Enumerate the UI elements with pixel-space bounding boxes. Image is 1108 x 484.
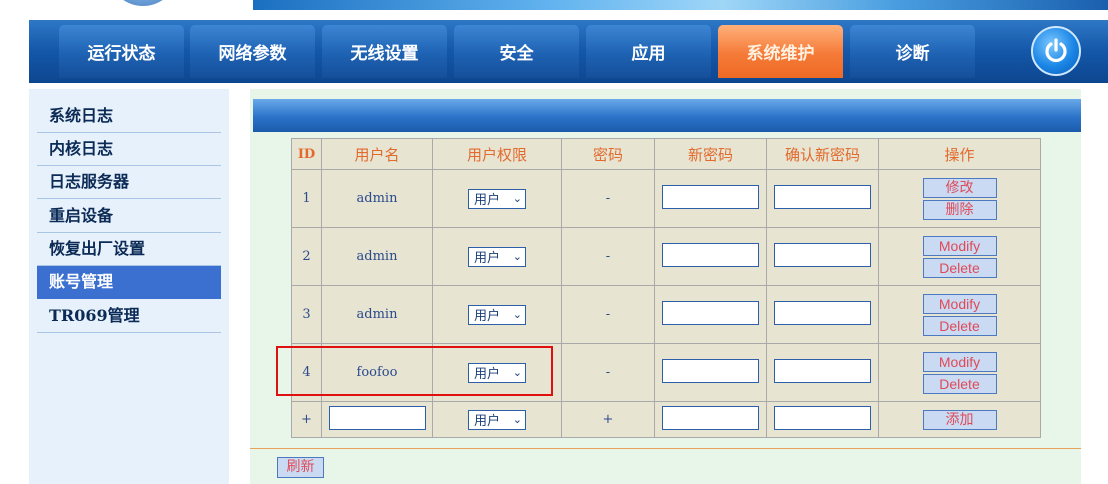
sidebar-item-factory-reset[interactable]: 恢复出厂设置 <box>37 233 221 266</box>
power-icon <box>1045 38 1067 63</box>
permission-select[interactable]: 用户 ⌄ <box>468 362 526 383</box>
sidebar-item-log-server[interactable]: 日志服务器 <box>37 166 221 199</box>
chevron-down-icon: ⌄ <box>512 193 522 205</box>
row-id: 4 <box>291 343 322 402</box>
permission-value: 用户 <box>474 413 501 428</box>
add-row-id: + <box>291 401 322 438</box>
main-nav: 运行状态 网络参数 无线设置 安全 应用 系统维护 诊断 <box>29 20 1108 83</box>
new-password-input[interactable] <box>662 184 759 209</box>
new-password-input[interactable] <box>662 405 759 430</box>
new-password-input[interactable] <box>662 358 759 383</box>
new-password-input[interactable] <box>662 300 759 325</box>
column-header-username: 用户名 <box>321 138 433 170</box>
table-header-row: ID 用户名 用户权限 密码 新密码 确认新密码 操作 <box>291 138 1041 170</box>
row-password: - <box>561 169 655 228</box>
confirm-password-input[interactable] <box>774 358 871 383</box>
column-header-new-password: 新密码 <box>654 138 767 170</box>
table-row: 4 foofoo 用户 ⌄ - Modify Delete <box>291 343 1041 402</box>
row-id: 3 <box>291 285 322 344</box>
permission-select[interactable]: 用户 ⌄ <box>468 409 526 430</box>
logo <box>108 0 178 6</box>
tab-network[interactable]: 网络参数 <box>190 25 315 78</box>
divider <box>250 448 1081 449</box>
permission-value: 用户 <box>474 250 501 265</box>
panel-header-bar <box>253 99 1081 132</box>
delete-button[interactable]: Delete <box>922 315 997 336</box>
sidebar-item-kernel-log[interactable]: 内核日志 <box>37 133 221 166</box>
tab-status[interactable]: 运行状态 <box>59 25 184 78</box>
row-id: 1 <box>291 169 322 228</box>
row-username: admin <box>321 169 433 228</box>
confirm-password-input[interactable] <box>774 184 871 209</box>
tab-wireless[interactable]: 无线设置 <box>322 25 447 78</box>
permission-value: 用户 <box>474 308 501 323</box>
sidebar-item-tr069[interactable]: TR069管理 <box>37 300 221 333</box>
new-password-input[interactable] <box>662 242 759 267</box>
row-username: admin <box>321 227 433 286</box>
table-row: 1 admin 用户 ⌄ - 修改 删除 <box>291 169 1041 228</box>
row-username: admin <box>321 285 433 344</box>
new-username-input[interactable] <box>328 405 426 430</box>
sidebar-item-system-log[interactable]: 系统日志 <box>37 100 221 133</box>
permission-select[interactable]: 用户 ⌄ <box>468 188 526 209</box>
delete-button[interactable]: 删除 <box>922 199 997 220</box>
row-password: - <box>561 285 655 344</box>
row-password: - <box>561 343 655 402</box>
column-header-password: 密码 <box>561 138 655 170</box>
confirm-password-input[interactable] <box>774 300 871 325</box>
row-username: foofoo <box>321 343 433 402</box>
permission-select[interactable]: 用户 ⌄ <box>468 246 526 267</box>
chevron-down-icon: ⌄ <box>512 251 522 263</box>
table-row: 3 admin 用户 ⌄ - Modify Delete <box>291 285 1041 344</box>
column-header-actions: 操作 <box>878 138 1041 170</box>
tab-diagnostics[interactable]: 诊断 <box>850 25 975 78</box>
top-banner <box>253 0 1108 10</box>
column-header-confirm-password: 确认新密码 <box>766 138 879 170</box>
delete-button[interactable]: Delete <box>922 373 997 394</box>
chevron-down-icon: ⌄ <box>512 414 522 426</box>
modify-button[interactable]: Modify <box>922 293 997 314</box>
confirm-password-input[interactable] <box>774 242 871 267</box>
tab-security[interactable]: 安全 <box>454 25 579 78</box>
tab-apps[interactable]: 应用 <box>586 25 711 78</box>
modify-button[interactable]: Modify <box>922 235 997 256</box>
modify-button[interactable]: 修改 <box>922 177 997 198</box>
table-row: 2 admin 用户 ⌄ - Modify Delete <box>291 227 1041 286</box>
permission-value: 用户 <box>474 366 501 381</box>
row-password: - <box>561 227 655 286</box>
chevron-down-icon: ⌄ <box>512 367 522 379</box>
modify-button[interactable]: Modify <box>922 351 997 372</box>
account-table: ID 用户名 用户权限 密码 新密码 确认新密码 操作 1 admin 用户 ⌄ … <box>291 138 1041 438</box>
delete-button[interactable]: Delete <box>922 257 997 278</box>
add-row-password: + <box>561 401 655 438</box>
tab-system-maintenance[interactable]: 系统维护 <box>718 25 843 78</box>
sidebar: 系统日志 内核日志 日志服务器 重启设备 恢复出厂设置 账号管理 TR069管理 <box>29 89 229 484</box>
column-header-permission: 用户权限 <box>432 138 562 170</box>
column-header-id: ID <box>291 138 322 170</box>
permission-value: 用户 <box>474 192 501 207</box>
add-user-row: + 用户 ⌄ + 添加 <box>291 401 1041 438</box>
sidebar-item-account-management[interactable]: 账号管理 <box>37 266 221 299</box>
power-button[interactable] <box>1031 26 1081 76</box>
permission-select[interactable]: 用户 ⌄ <box>468 304 526 325</box>
refresh-button[interactable]: 刷新 <box>277 457 324 478</box>
main-panel: ID 用户名 用户权限 密码 新密码 确认新密码 操作 1 admin 用户 ⌄ … <box>250 89 1081 484</box>
row-id: 2 <box>291 227 322 286</box>
sidebar-item-reboot[interactable]: 重启设备 <box>37 200 221 233</box>
confirm-password-input[interactable] <box>774 405 871 430</box>
add-user-button[interactable]: 添加 <box>922 409 997 430</box>
chevron-down-icon: ⌄ <box>512 309 522 321</box>
